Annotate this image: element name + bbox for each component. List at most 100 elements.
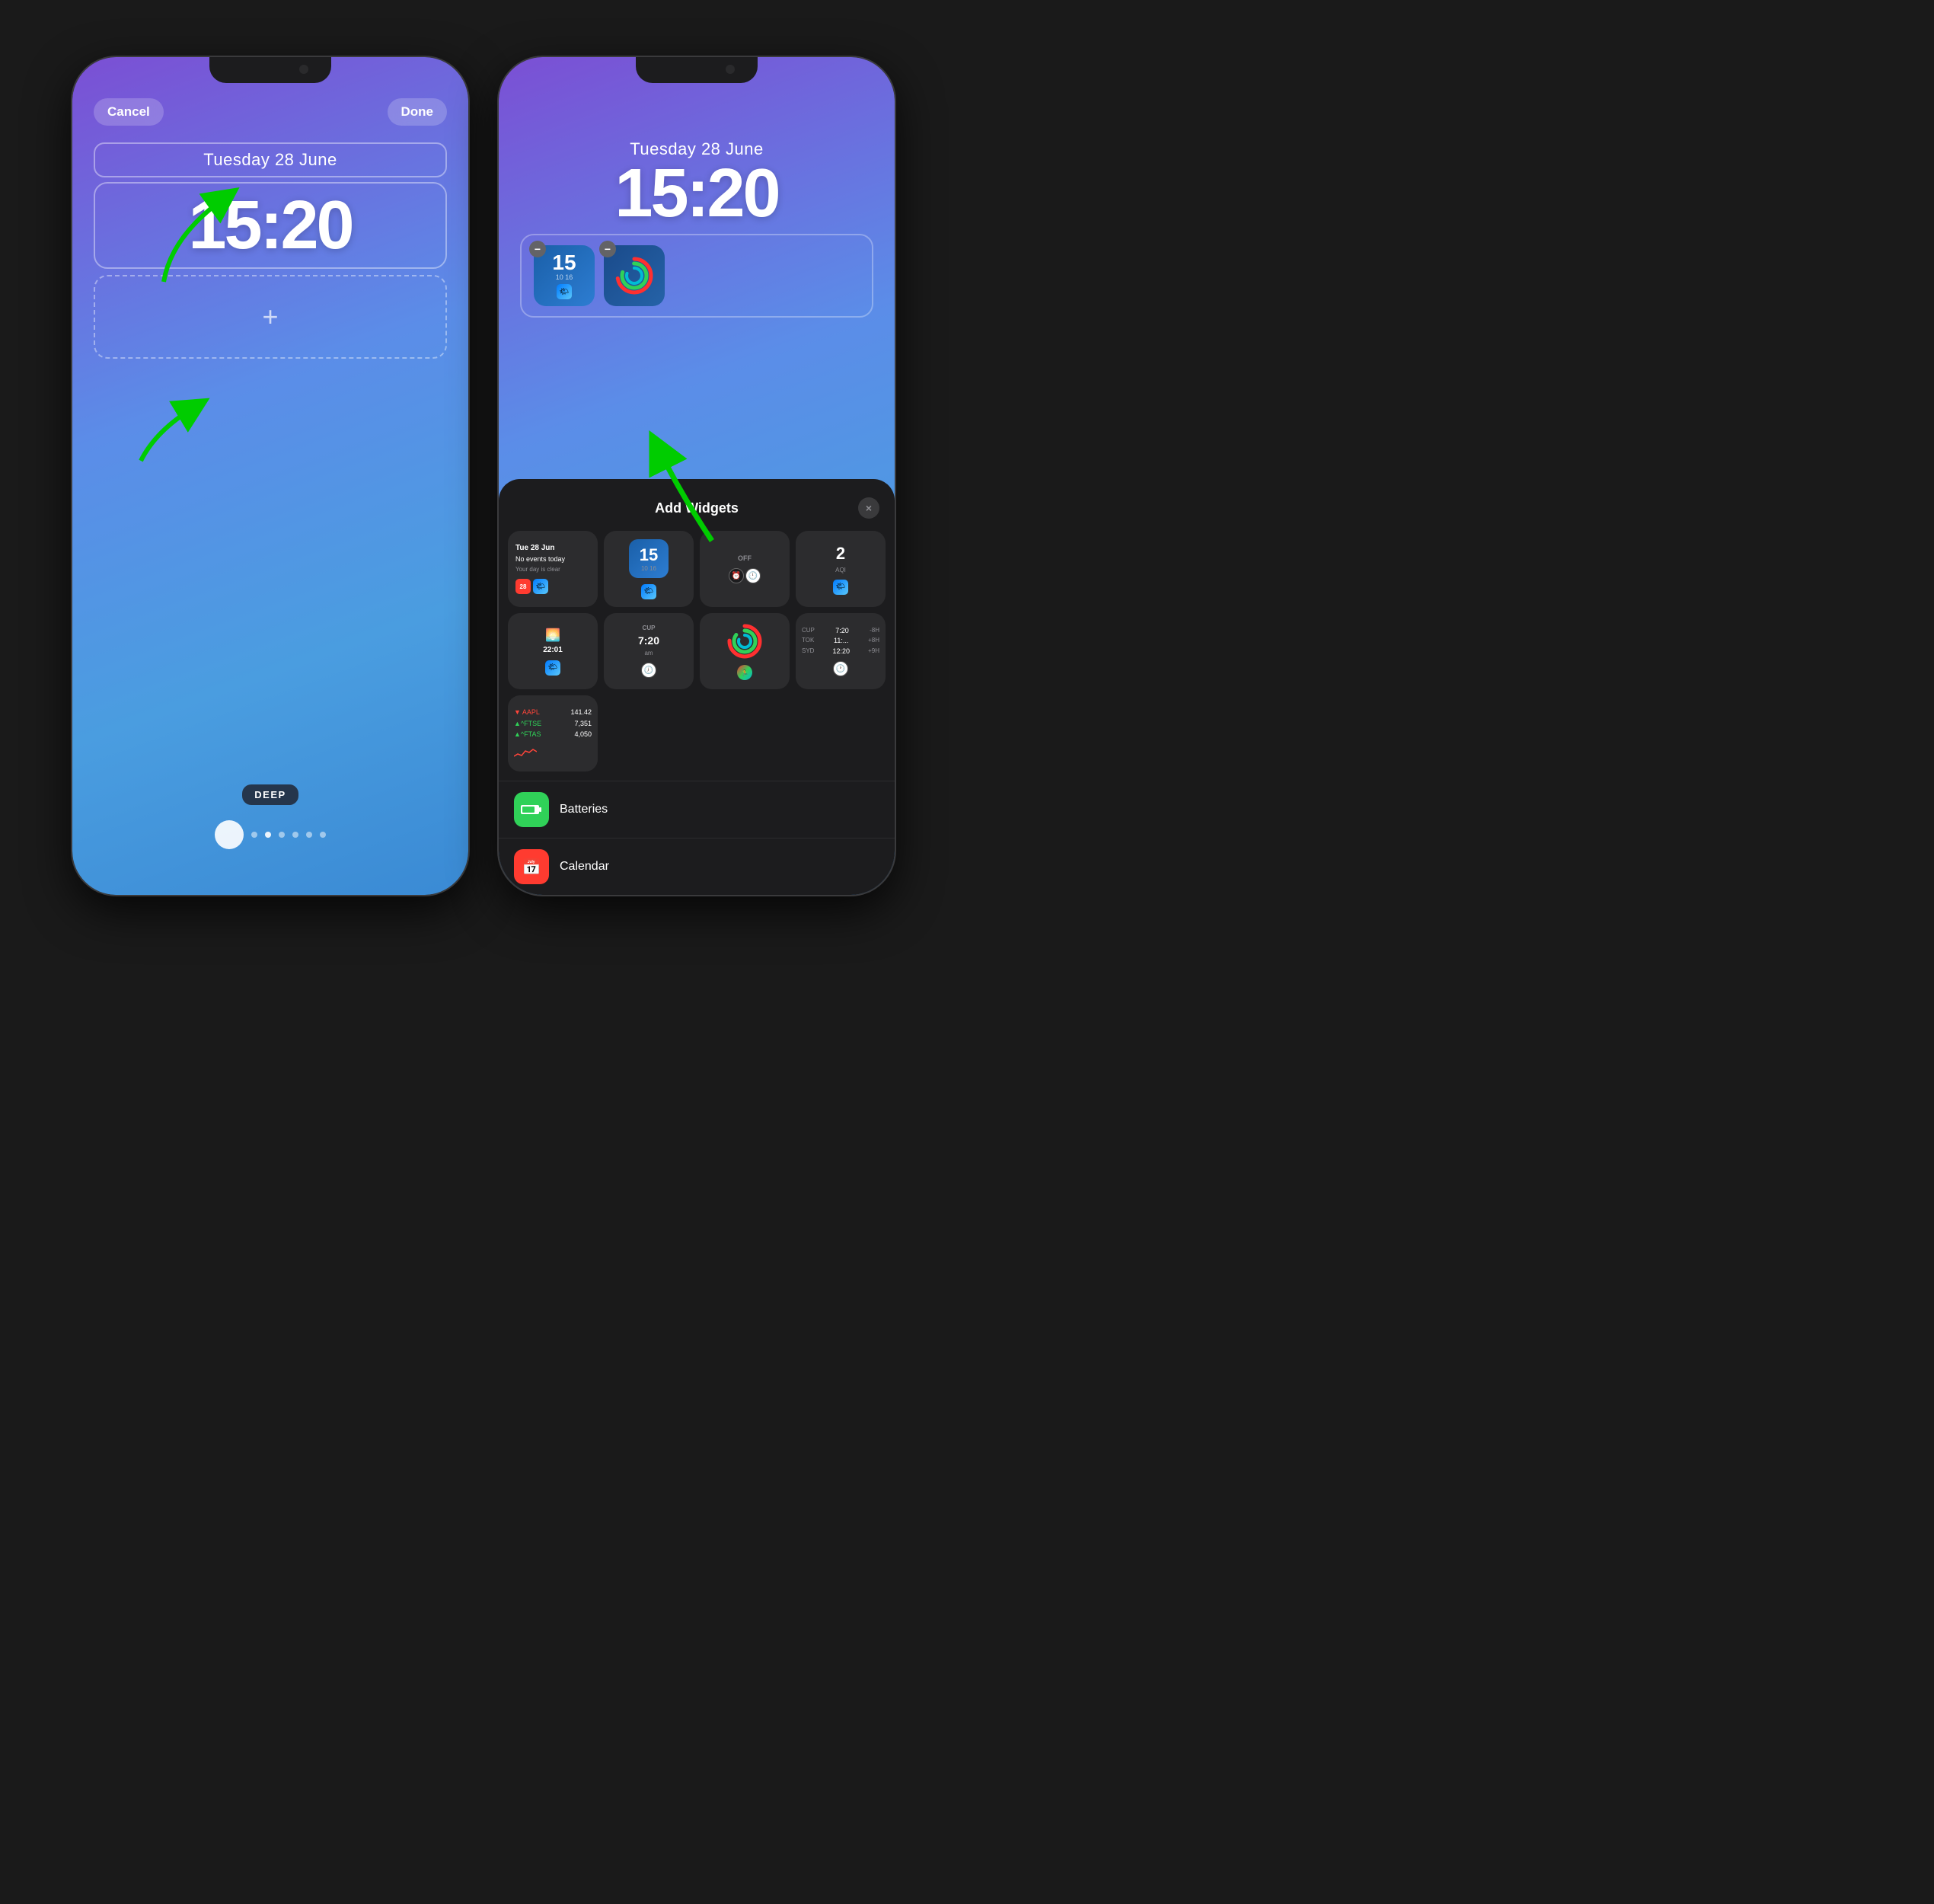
stocks-rows: ▼ AAPL 141.42 ▲^FTSE 7,351 ▲^FTAS 4,050	[514, 707, 592, 740]
alarm-widget-card[interactable]: OFF ⏰ 🕛	[700, 531, 790, 607]
weather-small: 🌤	[641, 584, 656, 599]
cancel-button[interactable]: Cancel	[94, 98, 164, 126]
ftas-row: ▲^FTAS 4,050	[514, 729, 592, 740]
worldclock-cup-widget[interactable]: CUP 7:20 am 🕖	[604, 613, 694, 689]
cup-offset: -8H	[870, 626, 879, 637]
syd-city: SYD	[802, 647, 814, 657]
widgets-grid: Tue 28 Jun No events today Your day is c…	[499, 531, 895, 781]
stock-chart	[514, 745, 537, 760]
sunrise-widget-card[interactable]: 🌅 22:01 🌤	[508, 613, 598, 689]
dot-4	[292, 832, 298, 838]
cup-time-2: 7:20	[835, 626, 849, 637]
calendar-app-icons-row: 28 🌤	[515, 579, 548, 594]
close-icon: ×	[866, 502, 872, 514]
calendar-clear: Your day is clear	[515, 566, 560, 573]
arrow-to-placeholder	[126, 339, 263, 476]
right-phone: Tuesday 28 June 15:20 − 15 10 16 🌤	[499, 57, 895, 895]
activity-widget-container: −	[604, 245, 665, 306]
activity-rings-icon	[614, 255, 655, 296]
dot-active	[215, 820, 244, 849]
sunrise-icon: 🌅	[545, 628, 560, 643]
clock-sub-display: 10 16	[641, 565, 656, 572]
sunrise-time: 22:01	[543, 646, 563, 654]
weather-app-icon-2: 🌤	[533, 579, 548, 594]
cup-time: 7:20	[638, 634, 659, 647]
time-widget[interactable]: 15:20	[94, 182, 447, 269]
tok-time: 11:...	[834, 636, 848, 647]
add-widget-icon: +	[262, 301, 278, 333]
calendar-label: Calendar	[560, 860, 609, 874]
date-widget[interactable]: Tuesday 28 June	[94, 142, 447, 177]
clock-num: 15	[552, 252, 576, 273]
aapl-price: 141.42	[570, 707, 592, 717]
date-label: Tuesday 28 June	[203, 150, 337, 169]
remove-activity-button[interactable]: −	[599, 241, 616, 257]
battery-icon	[521, 803, 542, 816]
aapl-row: ▼ AAPL 141.42	[514, 707, 592, 717]
calendar-icon-symbol: 📅	[522, 858, 541, 877]
dot-6	[320, 832, 326, 838]
arrow-to-date	[148, 175, 270, 297]
fitness-app-icon: 🏃	[737, 665, 752, 680]
calendar-widget-card[interactable]: Tue 28 Jun No events today Your day is c…	[508, 531, 598, 607]
widget-row: − 15 10 16 🌤 −	[520, 234, 873, 318]
done-button[interactable]: Done	[388, 98, 448, 126]
stocks-widget-card[interactable]: ▼ AAPL 141.42 ▲^FTSE 7,351 ▲^FTAS 4,050	[508, 695, 598, 772]
ftse-ticker: ▲^FTSE	[514, 718, 541, 729]
calendar-no-events: No events today	[515, 555, 565, 563]
left-lock-screen: Cancel Done Tuesday 28 June 15:20 +	[72, 57, 468, 895]
cup-ampm: am	[644, 650, 653, 656]
ftse-price: 7,351	[574, 718, 592, 729]
page-dots	[215, 820, 326, 849]
ftas-price: 4,050	[574, 729, 592, 740]
close-panel-button[interactable]: ×	[858, 497, 879, 519]
camera	[299, 65, 308, 74]
remove-clock-button[interactable]: −	[529, 241, 546, 257]
worldclock-multi-widget[interactable]: CUP 7:20 -8H TOK 11:... +8H SYD	[796, 613, 886, 689]
dot-5	[306, 832, 312, 838]
dot-current	[265, 832, 271, 838]
right-date-label: Tuesday 28 June	[499, 98, 895, 159]
dot-3	[279, 832, 285, 838]
camera-r	[726, 65, 735, 74]
clock-icon-multi: 🕐	[833, 661, 848, 676]
activity-rings-widget-card[interactable]: 🏃	[700, 613, 790, 689]
alarm-icons: ⏰ 🕛	[729, 568, 761, 583]
aqi-widget-card[interactable]: 2 AQI 🌤	[796, 531, 886, 607]
right-lock-screen: Tuesday 28 June 15:20 − 15 10 16 🌤	[499, 57, 895, 895]
clock-app-icon: ⏰	[729, 568, 744, 583]
right-time-label: 15:20	[499, 159, 895, 228]
activity-rings-svg	[726, 622, 764, 660]
tok-city: TOK	[802, 636, 814, 647]
clock-row-syd: SYD 12:20 +9H	[802, 647, 879, 657]
clock-num-inner: 15 10 16	[629, 539, 669, 578]
clock-widget-container: − 15 10 16 🌤	[534, 245, 595, 306]
clock-app-icons: 🌤	[557, 284, 572, 299]
ftse-row: ▲^FTSE 7,351	[514, 718, 592, 729]
aapl-ticker: ▼ AAPL	[514, 707, 540, 717]
clock-app-icon-2: 🕛	[745, 568, 761, 583]
tok-offset: +8H	[868, 636, 879, 647]
syd-time: 12:20	[833, 647, 851, 657]
batteries-list-item[interactable]: Batteries	[499, 781, 895, 838]
weather-app-icon: 🌤	[557, 284, 572, 299]
aqi-label: AQI	[835, 567, 846, 573]
wallpaper-name: DEEP	[242, 784, 298, 805]
worldclock-rows: CUP 7:20 -8H TOK 11:... +8H SYD	[802, 626, 879, 657]
clock-num-widget-card[interactable]: 15 10 16 🌤	[604, 531, 694, 607]
batteries-label: Batteries	[560, 803, 608, 816]
clock-icon-cup: 🕖	[641, 663, 656, 678]
calendar-app-icon: 28	[515, 579, 531, 594]
calendar-list-item[interactable]: 📅 Calendar	[499, 838, 895, 895]
cup-city: CUP	[802, 626, 815, 637]
right-screen: Tuesday 28 June 15:20 − 15 10 16 🌤	[499, 57, 895, 895]
aqi-value: 2	[836, 544, 845, 564]
dot-1	[251, 832, 257, 838]
syd-offset: +9H	[868, 647, 879, 657]
calendar-list-icon: 📅	[514, 849, 549, 884]
notch	[209, 57, 331, 83]
left-screen: Cancel Done Tuesday 28 June 15:20 +	[72, 57, 468, 895]
clock-row-tok: TOK 11:... +8H	[802, 636, 879, 647]
left-phone: Cancel Done Tuesday 28 June 15:20 +	[72, 57, 468, 895]
ftas-ticker: ▲^FTAS	[514, 729, 541, 740]
